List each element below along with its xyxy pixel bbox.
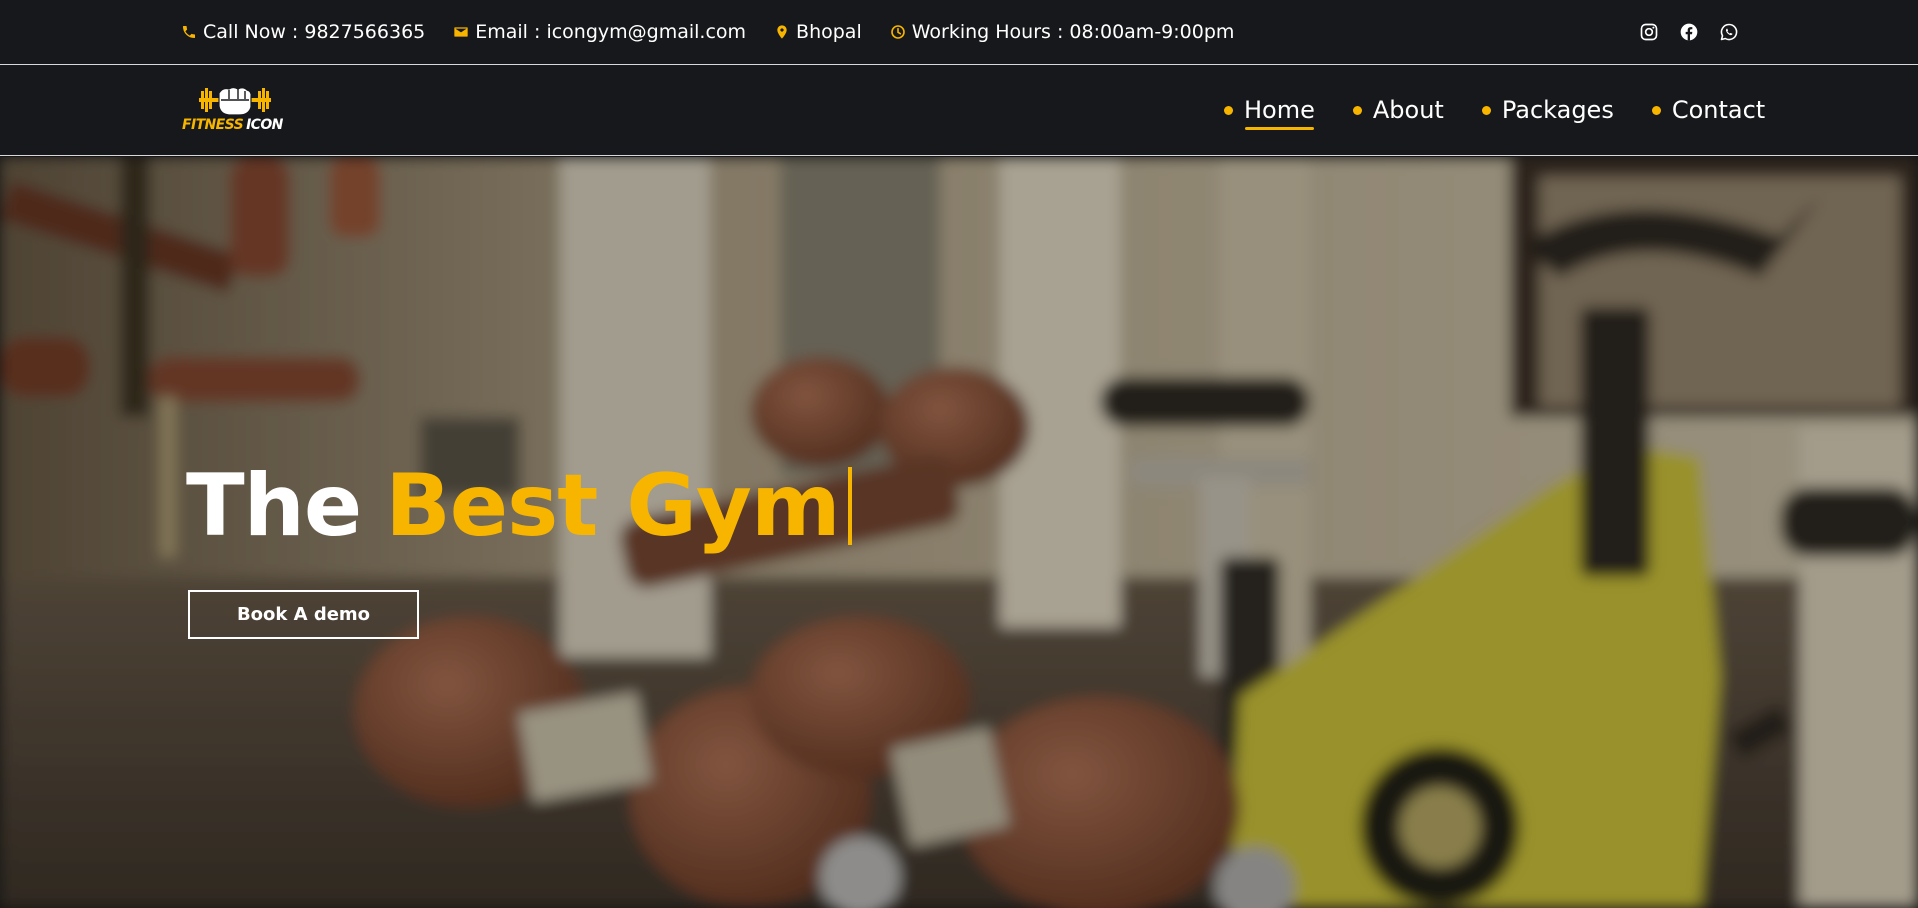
location-info: Bhopal — [774, 21, 862, 43]
instagram-icon — [1640, 23, 1658, 41]
nav-bullet-icon — [1651, 105, 1661, 115]
nav-contact-label: Contact — [1671, 96, 1766, 124]
logo-wordmark: FITNESS ICON — [182, 117, 283, 133]
facebook-link[interactable] — [1677, 20, 1701, 44]
nav-bullet-icon — [1481, 105, 1491, 115]
nav-packages[interactable]: Packages — [1481, 96, 1614, 124]
mail-icon — [454, 27, 468, 37]
nav-packages-label: Packages — [1501, 96, 1614, 124]
instagram-link[interactable] — [1637, 20, 1661, 44]
facebook-icon — [1680, 23, 1698, 41]
nav-bullet-icon — [1352, 105, 1362, 115]
top-info-bar: Call Now : 9827566365 Email : icongym@gm… — [0, 0, 1918, 65]
nav-about[interactable]: About — [1352, 96, 1444, 124]
map-pin-icon — [777, 25, 787, 39]
hero-section: The Best Gym Book A demo — [0, 157, 1918, 908]
whatsapp-link[interactable] — [1717, 20, 1741, 44]
hours-text: Working Hours : 08:00am-9:00pm — [911, 21, 1235, 43]
nav-home[interactable]: Home — [1224, 96, 1315, 130]
hours-info: Working Hours : 08:00am-9:00pm — [890, 21, 1235, 43]
logo-word-1: FITNESS — [182, 117, 244, 133]
phone-text: Call Now : 9827566365 — [203, 21, 426, 43]
nav-home-label: Home — [1244, 96, 1315, 130]
nav-menu: Home About Packages Contact — [1224, 65, 1765, 155]
email-text: Email : icongym@gmail.com — [475, 21, 747, 43]
site-logo[interactable]: FITNESS ICON — [182, 85, 288, 135]
headline-accent-text: Best Gym — [385, 456, 840, 556]
phone-icon — [183, 26, 195, 38]
clock-icon — [890, 25, 905, 39]
phone-info[interactable]: Call Now : 9827566365 — [181, 21, 425, 43]
whatsapp-icon — [1720, 23, 1738, 41]
nav-about-label: About — [1372, 96, 1444, 124]
dumbbell-fist-icon — [199, 86, 271, 116]
main-navbar: FITNESS ICON Home About Packages Contact — [0, 65, 1918, 156]
headline-white-text: The — [186, 456, 362, 556]
hero-headline: The Best Gym — [186, 451, 852, 561]
nav-contact[interactable]: Contact — [1651, 96, 1766, 124]
location-text: Bhopal — [796, 21, 862, 43]
nav-bullet-icon — [1224, 105, 1233, 115]
book-demo-button[interactable]: Book A demo — [188, 590, 419, 639]
social-links — [1637, 20, 1741, 44]
contact-info: Call Now : 9827566365 Email : icongym@gm… — [181, 0, 1234, 64]
email-info[interactable]: Email : icongym@gmail.com — [453, 21, 746, 43]
typing-cursor — [847, 467, 852, 545]
logo-word-2: ICON — [246, 117, 283, 133]
